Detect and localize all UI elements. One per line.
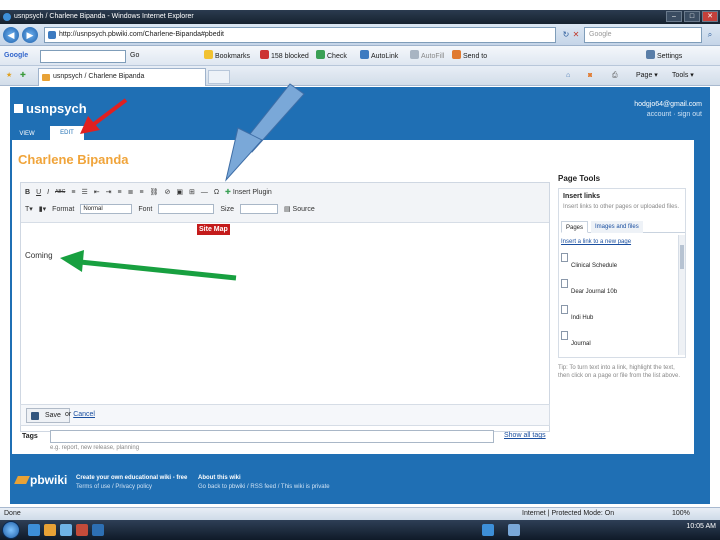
folder-launch-icon[interactable] xyxy=(44,524,56,536)
start-button[interactable] xyxy=(2,521,20,539)
red-arrow xyxy=(80,98,128,134)
app-launch-icon[interactable] xyxy=(76,524,88,536)
annotation-arrows xyxy=(60,83,305,281)
zoom-level[interactable]: 100% xyxy=(672,508,690,520)
status-text: Done xyxy=(4,510,21,517)
status-bar: Done Internet | Protected Mode: On 100% xyxy=(0,507,720,520)
blue-arrow xyxy=(225,83,305,182)
app-launch-icon[interactable] xyxy=(92,524,104,536)
ie-launch-icon[interactable] xyxy=(28,524,40,536)
desktop-launch-icon[interactable] xyxy=(60,524,72,536)
security-zone: Internet | Protected Mode: On xyxy=(522,510,615,517)
ie-taskbar-icon[interactable] xyxy=(482,524,494,536)
system-tray: 10:05 AM xyxy=(686,523,716,530)
windows-taskbar: 10:05 AM xyxy=(0,520,720,540)
clock[interactable]: 10:05 AM xyxy=(686,523,716,530)
green-arrow xyxy=(60,250,237,281)
window-taskbar-icon[interactable] xyxy=(508,524,520,536)
